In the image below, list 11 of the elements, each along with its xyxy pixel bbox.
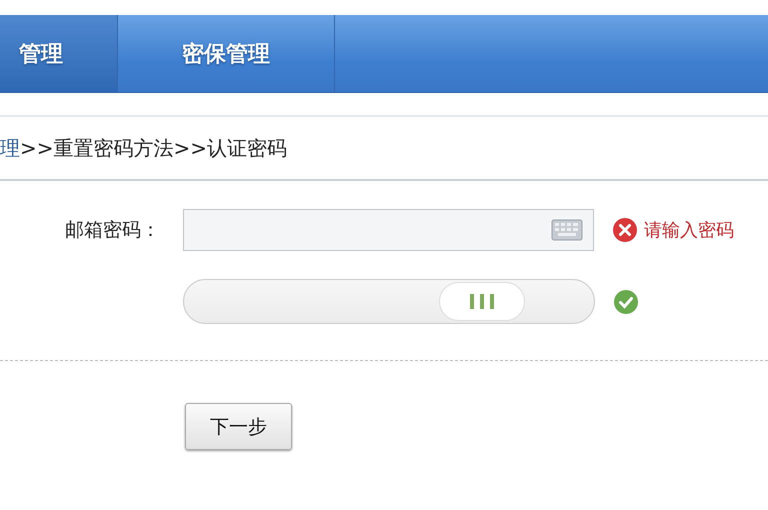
error-icon [612,217,638,243]
error-message: 请输入密码 [644,219,734,242]
slider-handle[interactable] [439,282,526,321]
next-button[interactable]: 下一步 [185,403,292,450]
field-label: 邮箱密码： [64,218,160,243]
nav-tab[interactable]: 管理 [0,15,118,92]
breadcrumb-link[interactable]: 理 [0,134,20,162]
nav-tab[interactable]: 密保管理 [118,15,335,92]
password-field[interactable] [183,209,594,251]
breadcrumb-text: >>重置密码方法>>认证密码 [20,134,288,162]
keyboard-icon[interactable] [551,219,583,241]
